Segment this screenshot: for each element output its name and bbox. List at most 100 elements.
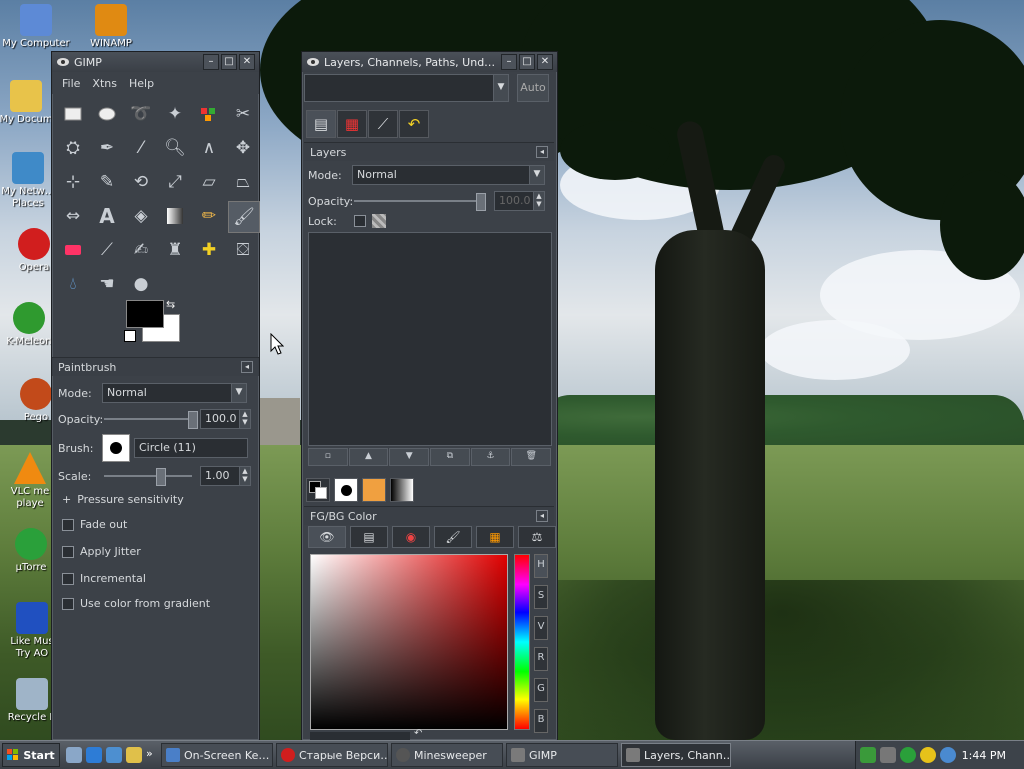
align-icon[interactable]: ⊹ xyxy=(58,167,88,197)
measure-icon[interactable]: ∧ xyxy=(194,133,224,163)
channel-b-button[interactable]: B xyxy=(534,709,548,733)
tray-network-icon[interactable] xyxy=(940,747,956,763)
task-on-screen-keyboard[interactable]: On-Screen Ke… xyxy=(161,743,273,767)
task-layers-dialog[interactable]: Layers, Chann… xyxy=(621,743,731,767)
pressure-expander[interactable]: + Pressure sensitivity xyxy=(62,493,184,506)
slider-thumb[interactable] xyxy=(156,468,166,486)
chevron-down-icon[interactable]: ▼ xyxy=(232,383,247,403)
smudge-icon[interactable]: ☚ xyxy=(92,269,122,299)
paths-icon[interactable]: ✒ xyxy=(92,133,122,163)
minimize-button[interactable]: – xyxy=(203,54,219,70)
perspective-clone-icon[interactable]: ⛋ xyxy=(228,235,258,265)
menu-file[interactable]: File xyxy=(56,77,86,90)
task-opera[interactable]: Старые Верси… xyxy=(276,743,388,767)
hue-strip[interactable] xyxy=(514,554,530,730)
close-button[interactable]: ✕ xyxy=(239,54,255,70)
perspective-icon[interactable]: ⏢ xyxy=(228,167,258,197)
raise-layer-icon[interactable]: ▲ xyxy=(348,448,389,466)
heal-icon[interactable]: ✚ xyxy=(194,235,224,265)
explorer-icon[interactable] xyxy=(126,747,142,763)
move-icon[interactable]: ✥ xyxy=(228,133,258,163)
text-icon[interactable]: A xyxy=(92,201,122,231)
image-selector-combo[interactable] xyxy=(304,74,494,102)
task-gimp[interactable]: GIMP xyxy=(506,743,618,767)
brush-preview[interactable] xyxy=(102,434,130,462)
eraser-icon[interactable] xyxy=(58,235,88,265)
foreground-select-icon[interactable]: ⛭ xyxy=(58,133,88,163)
checkbox[interactable] xyxy=(62,597,74,610)
checkbox-incremental[interactable]: Incremental xyxy=(62,572,146,585)
swap-colors-icon[interactable]: ⇆ xyxy=(166,298,175,311)
ink-icon[interactable]: ✍ xyxy=(126,235,156,265)
task-minesweeper[interactable]: Minesweeper xyxy=(391,743,503,767)
scissors-icon[interactable]: ✂ xyxy=(228,99,258,129)
layer-mode-combo[interactable]: Normal xyxy=(352,165,530,185)
duplicate-layer-icon[interactable]: ⧉ xyxy=(430,448,470,466)
reset-colors-icon[interactable] xyxy=(124,330,136,342)
channels-tab-icon[interactable]: ▦ xyxy=(337,110,367,138)
color-picker-area[interactable] xyxy=(310,554,508,730)
pencil-icon[interactable]: ✏ xyxy=(194,201,224,231)
undo-arrow-icon[interactable]: ↶ xyxy=(414,728,422,739)
shear-icon[interactable]: ▱ xyxy=(194,167,224,197)
fuzzy-select-icon[interactable]: ✦ xyxy=(160,99,190,129)
patterns-tab-icon[interactable] xyxy=(362,478,386,502)
bucket-fill-icon[interactable]: ◈ xyxy=(126,201,156,231)
scale-icon[interactable]: ⤢ xyxy=(160,167,190,197)
zoom-icon[interactable]: 🔍︎ xyxy=(160,133,190,163)
close-button[interactable]: ✕ xyxy=(537,54,553,70)
tab-menu-icon[interactable]: ◂ xyxy=(536,146,548,158)
channel-g-button[interactable]: G xyxy=(534,678,548,702)
maximize-button[interactable]: □ xyxy=(519,54,535,70)
start-button[interactable]: Start xyxy=(2,743,60,767)
watercolor-selector-icon[interactable]: 🖌︎ xyxy=(434,526,472,548)
slider-thumb[interactable] xyxy=(476,193,486,211)
blur-icon[interactable]: 💧︎ xyxy=(58,269,88,299)
chevron-right-icon[interactable]: » xyxy=(146,747,154,763)
internet-explorer-icon[interactable] xyxy=(86,747,102,763)
tab-menu-icon[interactable]: ◂ xyxy=(241,361,253,373)
paths-tab-icon[interactable]: ⟋ xyxy=(368,110,398,138)
dodge-burn-icon[interactable]: ● xyxy=(126,269,156,299)
crop-icon[interactable]: ✎ xyxy=(92,167,122,197)
checkbox[interactable] xyxy=(62,572,74,585)
fg-bg-color-widget[interactable]: ⇆ xyxy=(124,298,186,344)
foreground-color-swatch[interactable] xyxy=(126,300,164,328)
checkbox-apply-jitter[interactable]: Apply Jitter xyxy=(62,545,141,558)
fgbg-tab-icon[interactable] xyxy=(306,478,330,502)
chevron-down-icon[interactable]: ▼ xyxy=(494,74,509,102)
desktop-icon-my-computer[interactable]: My Computer xyxy=(1,4,71,50)
tray-printer-icon[interactable] xyxy=(880,747,896,763)
tray-utorrent-icon[interactable] xyxy=(900,747,916,763)
tab-menu-icon[interactable]: ◂ xyxy=(536,510,548,522)
opacity-slider[interactable] xyxy=(104,411,198,429)
lock-pixels-checkbox[interactable] xyxy=(354,215,366,227)
channel-v-button[interactable]: V xyxy=(534,616,548,640)
lasso-icon[interactable]: ➰ xyxy=(126,99,156,129)
spin-button[interactable]: ▲ ▼ xyxy=(240,409,251,429)
auto-button[interactable]: Auto xyxy=(517,74,549,102)
mode-combo[interactable]: Normal xyxy=(102,383,232,403)
checkbox-fade-out[interactable]: Fade out xyxy=(62,518,127,531)
channel-r-button[interactable]: R xyxy=(534,647,548,671)
airbrush-icon[interactable]: ⟋ xyxy=(92,235,122,265)
paintbrush-icon[interactable]: 🖌︎ xyxy=(228,201,260,233)
palette-selector-icon[interactable]: ▦ xyxy=(476,526,514,548)
checkbox[interactable] xyxy=(62,518,74,531)
layers-titlebar[interactable]: Layers, Channels, Paths, Und… – □ ✕ xyxy=(302,52,557,72)
expander-plus-icon[interactable]: + xyxy=(62,493,71,506)
clone-icon[interactable]: ♜ xyxy=(160,235,190,265)
color-picker-icon[interactable]: ⁄ xyxy=(126,133,156,163)
channel-s-button[interactable]: S xyxy=(534,585,548,609)
scale-slider[interactable] xyxy=(104,468,192,486)
layers-tab-icon[interactable]: ▤ xyxy=(306,110,336,138)
gimp-selector-icon[interactable]: 👁︎ xyxy=(308,526,346,548)
undo-tab-icon[interactable]: ↶ xyxy=(399,110,429,138)
minimize-button[interactable]: – xyxy=(501,54,517,70)
blend-icon[interactable] xyxy=(160,201,190,231)
anchor-layer-icon[interactable]: ⚓︎ xyxy=(470,448,511,466)
desktop-icon-winamp[interactable]: WINAMP xyxy=(76,4,146,50)
show-desktop-icon[interactable] xyxy=(66,747,82,763)
cmyk-selector-icon[interactable]: ▤ xyxy=(350,526,388,548)
checkbox[interactable] xyxy=(62,545,74,558)
